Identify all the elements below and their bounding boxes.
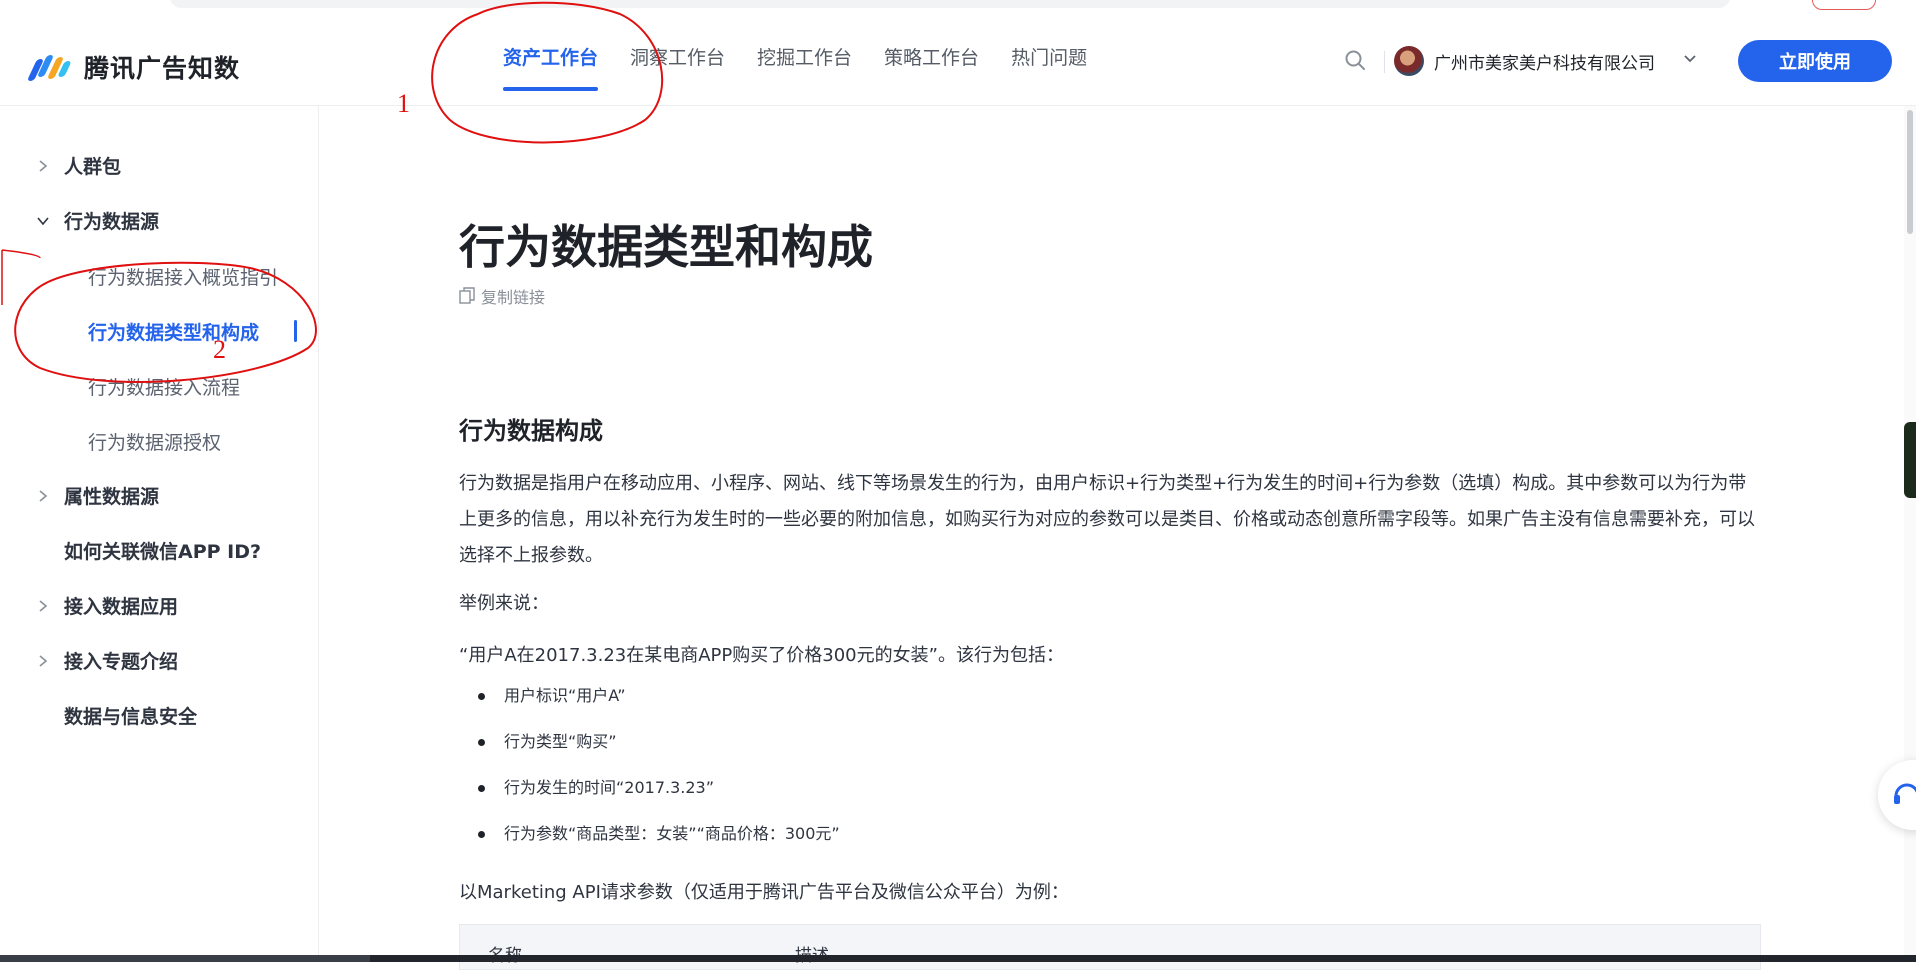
sidebar-item-data-application[interactable]: 接入数据应用 — [0, 592, 178, 619]
main-nav: 资产工作台 洞察工作台 挖掘工作台 策略工作台 热门问题 — [503, 13, 1119, 105]
sidebar-item-label: 属性数据源 — [64, 486, 160, 508]
sidebar-item-audience-pack[interactable]: 人群包 — [0, 152, 121, 179]
sidebar-item-label: 接入数据应用 — [64, 596, 179, 618]
search-icon[interactable] — [1344, 49, 1366, 71]
sidebar: 人群包 行为数据源 行为数据接入概览指引 行为数据类型和构成 行为数据接入流程 … — [0, 106, 319, 962]
list-item-text: 行为参数“商品类型：女装”“商品价格：300元” — [504, 824, 840, 843]
sidebar-item-source-authorization[interactable]: 行为数据源授权 — [88, 428, 221, 455]
avatar[interactable] — [1394, 46, 1424, 76]
sidebar-item-access-process[interactable]: 行为数据接入流程 — [88, 373, 240, 400]
list-item-text: 用户标识“用户A” — [504, 686, 626, 705]
sidebar-item-label: 行为数据类型和构成 — [88, 322, 260, 344]
help-chat-button[interactable] — [1878, 760, 1916, 830]
logo[interactable]: 腾讯广告知数 — [26, 49, 241, 85]
address-bar[interactable] — [170, 0, 1730, 8]
sidebar-item-label: 接入专题介绍 — [64, 651, 179, 673]
api-intro: 以Marketing API请求参数（仅适用于腾讯广告平台及微信公众平台）为例： — [459, 882, 1069, 903]
list-item: 行为参数“商品类型：女装”“商品价格：300元” — [459, 822, 840, 868]
chevron-down-icon[interactable] — [1682, 51, 1698, 67]
sidebar-item-access-overview[interactable]: 行为数据接入概览指引 — [88, 263, 278, 290]
nav-insight-workbench[interactable]: 洞察工作台 — [630, 13, 725, 105]
top-header: 腾讯广告知数 资产工作台 洞察工作台 挖掘工作台 策略工作台 热门问题 广州市美… — [0, 13, 1916, 106]
browser-profile-button[interactable] — [1812, 0, 1876, 10]
example-sentence: “用户A在2017.3.23在某电商APP购买了价格300元的女装”。该行为包括… — [459, 645, 1064, 666]
sidebar-item-label: 行为数据接入流程 — [88, 377, 241, 399]
chevron-down-icon — [37, 216, 49, 225]
copy-icon — [459, 287, 475, 304]
sidebar-item-label: 行为数据接入概览指引 — [88, 267, 279, 289]
section-heading: 行为数据构成 — [459, 417, 603, 445]
sidebar-item-label: 行为数据源 — [64, 211, 160, 233]
list-item-text: 行为发生的时间“2017.3.23” — [504, 778, 715, 797]
active-indicator — [294, 320, 297, 342]
nav-mining-workbench[interactable]: 挖掘工作台 — [757, 13, 852, 105]
sidebar-item-label: 人群包 — [64, 156, 122, 178]
sidebar-item-label: 数据与信息安全 — [64, 706, 198, 728]
scrollbar[interactable] — [1904, 106, 1916, 962]
use-now-button[interactable]: 立即使用 — [1738, 40, 1892, 82]
sidebar-item-behavior-source[interactable]: 行为数据源 — [0, 207, 159, 234]
body-paragraph: 行为数据是指用户在移动应用、小程序、网站、线下等场景发生的行为，由用户标识+行为… — [459, 473, 1755, 566]
page-title: 行为数据类型和构成 — [459, 220, 873, 274]
headset-icon — [1894, 783, 1916, 804]
side-widget-handle[interactable] — [1904, 422, 1916, 498]
sidebar-item-special-topics[interactable]: 接入专题介绍 — [0, 647, 178, 674]
taskbar — [0, 955, 1916, 962]
nav-hot-questions[interactable]: 热门问题 — [1011, 13, 1087, 105]
nav-asset-workbench[interactable]: 资产工作台 — [503, 13, 599, 105]
list-item-text: 行为类型“购买” — [504, 732, 617, 751]
sidebar-item-types-and-composition[interactable]: 行为数据类型和构成 — [88, 318, 259, 345]
list-item: 行为发生的时间“2017.3.23” — [459, 776, 840, 822]
table-header: 名称 描述 — [459, 924, 1761, 970]
example-intro: 举例来说： — [459, 593, 549, 614]
nav-strategy-workbench[interactable]: 策略工作台 — [884, 13, 979, 105]
sidebar-item-data-security[interactable]: 数据与信息安全 — [0, 702, 197, 729]
header-divider — [1384, 51, 1385, 73]
copy-link-button[interactable]: 复制链接 — [459, 284, 545, 308]
scrollbar-thumb[interactable] — [1907, 110, 1913, 234]
chevron-right-icon — [39, 159, 48, 172]
copy-link-label: 复制链接 — [481, 288, 546, 307]
list-item: 用户标识“用户A” — [459, 684, 840, 730]
logo-icon — [26, 53, 72, 81]
sidebar-item-label: 行为数据源授权 — [88, 432, 222, 454]
sidebar-item-wechat-app-id[interactable]: 如何关联微信APP ID? — [0, 537, 261, 564]
column-header: 描述 — [795, 941, 829, 966]
bullet-list: 用户标识“用户A” 行为类型“购买” 行为发生的时间“2017.3.23” 行为… — [459, 684, 840, 868]
logo-text: 腾讯广告知数 — [84, 54, 241, 83]
column-header: 名称 — [488, 941, 522, 966]
sidebar-item-label: 如何关联微信APP ID? — [64, 541, 262, 563]
browser-toolbar — [0, 0, 1916, 14]
account-name[interactable]: 广州市美家美户科技有限公司 — [1434, 49, 1655, 74]
chevron-right-icon — [39, 654, 48, 667]
chevron-right-icon — [39, 489, 48, 502]
sidebar-item-attribute-source[interactable]: 属性数据源 — [0, 482, 159, 509]
list-item: 行为类型“购买” — [459, 730, 840, 776]
chevron-right-icon — [39, 599, 48, 612]
